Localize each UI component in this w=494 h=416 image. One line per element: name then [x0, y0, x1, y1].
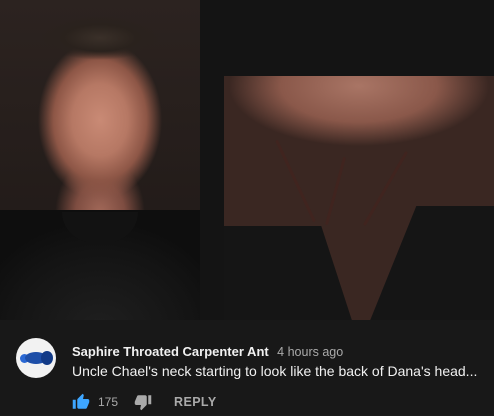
neck-vein-detail — [362, 150, 409, 227]
comment-header: Saphire Throated Carpenter Ant 4 hours a… — [72, 343, 343, 361]
neck-vein-detail — [275, 139, 316, 223]
like-count: 175 — [98, 395, 119, 409]
neck-vein-detail — [324, 156, 347, 226]
shirt-region — [224, 226, 367, 320]
comment-text: Uncle Chael's neck starting to look like… — [72, 363, 478, 379]
comment-actions: 175 REPLY — [72, 393, 217, 411]
comment-timestamp[interactable]: 4 hours ago — [277, 345, 343, 359]
shirt-region — [351, 206, 494, 320]
ant-avatar-icon[interactable] — [16, 338, 56, 378]
ant-abdomen — [41, 351, 53, 365]
panel-divider-top — [200, 0, 494, 76]
thumbs-up-icon[interactable] — [72, 393, 90, 411]
video-thumbnail-left-face — [0, 0, 200, 320]
video-thumbnail-right-neck — [224, 76, 494, 320]
reply-button[interactable]: REPLY — [174, 395, 217, 409]
comment-thread: Saphire Throated Carpenter Ant 4 hours a… — [0, 320, 494, 415]
thumbs-down-icon[interactable] — [134, 393, 152, 411]
comment-author[interactable]: Saphire Throated Carpenter Ant — [72, 344, 269, 359]
